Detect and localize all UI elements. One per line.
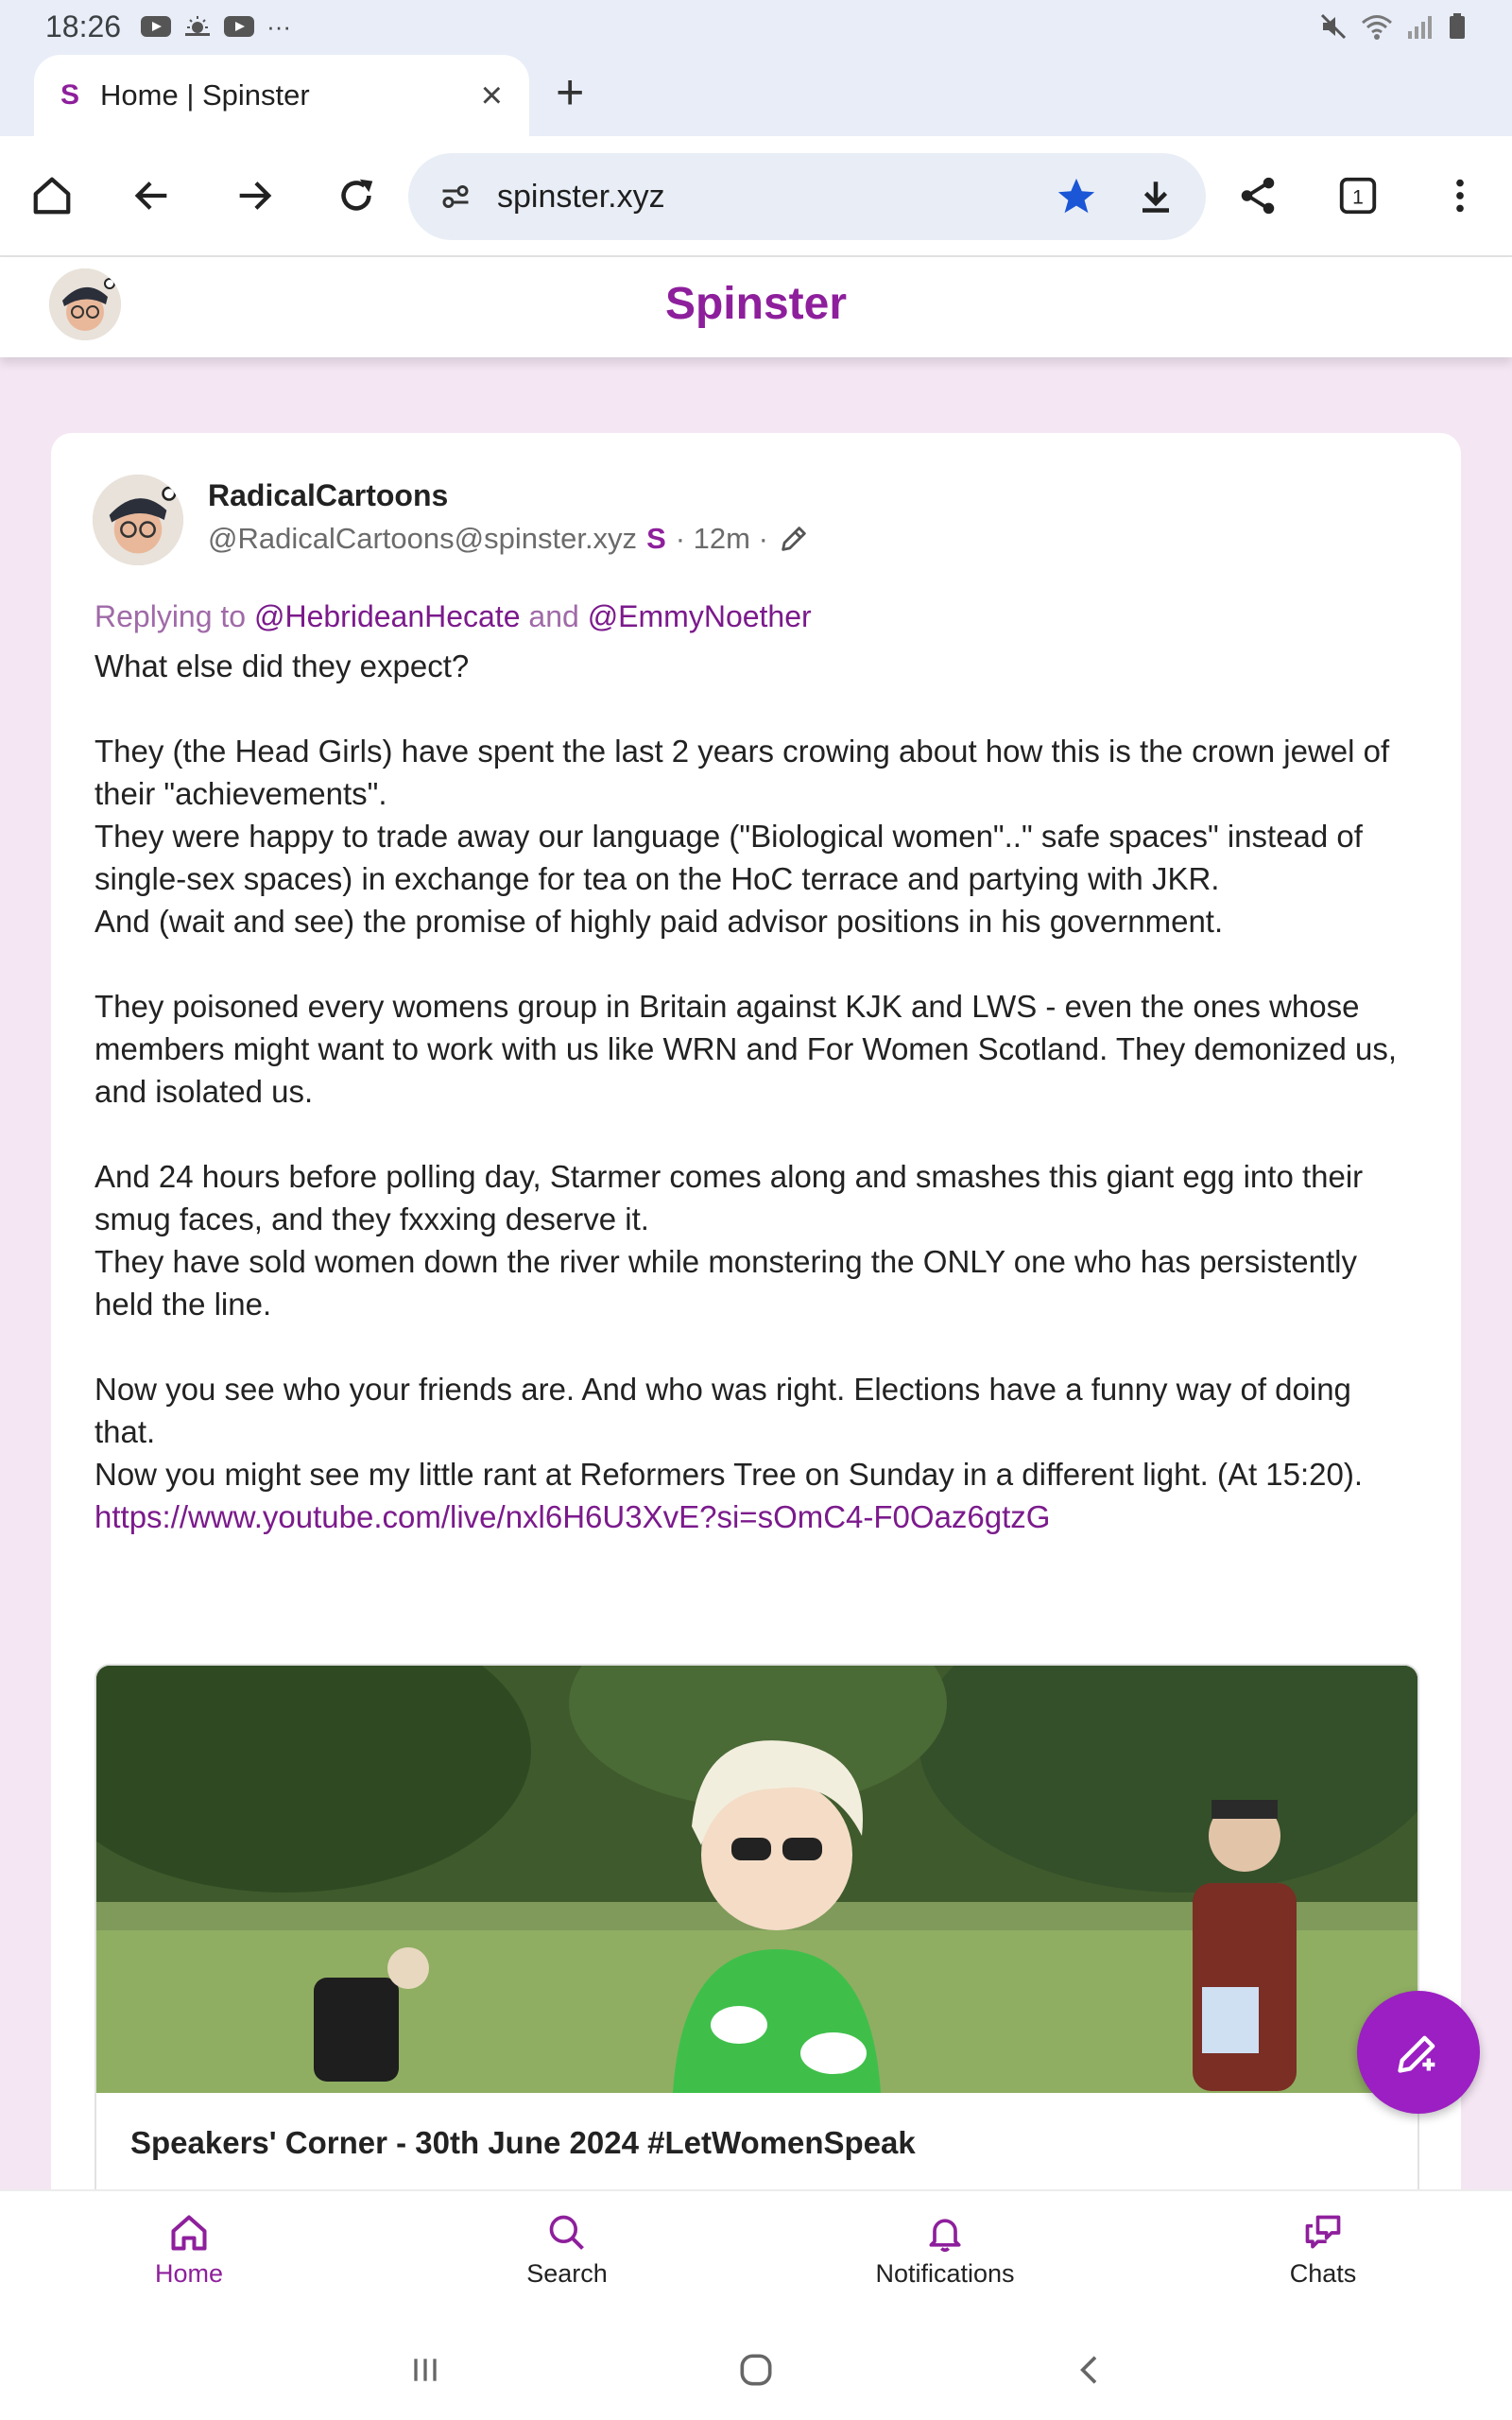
signal-icon	[1408, 16, 1432, 39]
compose-button[interactable]	[1357, 1991, 1480, 2114]
status-time: 18:26	[45, 9, 122, 43]
site-logo[interactable]: Spinster	[0, 278, 1512, 330]
mention-hebrideanhecate[interactable]: @HebrideanHecate	[254, 599, 521, 633]
tab-switcher-icon: 1	[1339, 177, 1377, 215]
compose-pencil-icon	[1398, 2035, 1435, 2073]
status-notification-icons: ···	[140, 12, 291, 42]
more-notifications-icon: ···	[266, 11, 292, 41]
reload-icon	[341, 179, 373, 211]
browser-toolbar: spinster.xyz 1	[0, 136, 1512, 257]
battery-icon	[1450, 13, 1465, 39]
site-settings-icon[interactable]	[438, 180, 472, 214]
share-icon	[1241, 177, 1275, 215]
share-button[interactable]	[1225, 163, 1291, 229]
post-paragraph: Now you might see my little rant at Refo…	[94, 1457, 1364, 1492]
more-vertical-icon	[1456, 179, 1464, 213]
home-icon	[33, 177, 71, 215]
post-card: RadicalCartoons @RadicalCartoons@spinste…	[51, 433, 1461, 2325]
nav-home[interactable]: Home	[76, 2212, 302, 2289]
weather-icon	[185, 16, 211, 36]
browser-tab[interactable]: S Home | Spinster ×	[34, 55, 529, 136]
system-navigation-bar	[0, 2318, 1512, 2420]
post-paragraph: They (the Head Girls) have spent the las…	[94, 734, 1390, 811]
post-paragraph: Now you see who your friends are. And wh…	[94, 1372, 1351, 1449]
bell-icon	[929, 2219, 961, 2253]
tab-switcher-button[interactable]: 1	[1325, 163, 1391, 229]
replying-prefix: Replying to	[94, 599, 247, 633]
close-tab-icon[interactable]: ×	[481, 75, 503, 117]
author-handle[interactable]: @RadicalCartoons@spinster.xyz	[208, 522, 637, 556]
link-preview-title: Speakers' Corner - 30th June 2024 #LetWo…	[130, 2125, 916, 2160]
author-name[interactable]: RadicalCartoons	[208, 478, 448, 513]
new-tab-button[interactable]: +	[556, 64, 584, 121]
post-paragraph: And (wait and see) the promise of highly…	[94, 904, 1224, 939]
browser-menu-button[interactable]	[1427, 163, 1493, 229]
post-time[interactable]: · 12m ·	[676, 522, 768, 556]
instance-badge: S	[646, 522, 666, 555]
status-bar: 18:26 ···	[0, 0, 1512, 53]
post-paragraph: They have sold women down the river whil…	[94, 1244, 1357, 1322]
author-avatar[interactable]	[93, 475, 183, 565]
url-text: spinster.xyz	[497, 178, 665, 215]
wifi-icon	[1362, 15, 1392, 40]
mute-icon	[1320, 13, 1347, 40]
chats-icon	[1305, 2215, 1341, 2249]
post-paragraph: They were happy to trade away our langua…	[94, 819, 1363, 896]
youtube-notification-icon	[141, 16, 172, 37]
home-button[interactable]	[19, 163, 85, 229]
replying-and: and	[528, 599, 579, 633]
author-meta: @RadicalCartoons@spinster.xyz S · 12m ·	[208, 522, 810, 556]
spinster-favicon: S	[60, 79, 80, 111]
recent-apps-button[interactable]	[397, 2346, 454, 2394]
nav-home-label: Home	[154, 2259, 224, 2288]
post-paragraph: They poisoned every womens group in Brit…	[94, 989, 1397, 1109]
download-icon[interactable]	[1136, 177, 1176, 216]
address-bar[interactable]: spinster.xyz	[408, 153, 1206, 240]
bookmark-star-icon[interactable]	[1055, 175, 1098, 218]
link-preview-image	[96, 1666, 1418, 2093]
back-arrow-icon	[134, 182, 167, 210]
nav-chats-label: Chats	[1289, 2259, 1357, 2288]
tab-count: 1	[1352, 187, 1364, 209]
browser-tab-strip: S Home | Spinster × +	[0, 53, 1512, 136]
search-icon	[549, 2215, 584, 2250]
system-home-icon	[740, 2354, 772, 2386]
recent-apps-icon	[414, 2359, 437, 2381]
nav-notifications-label: Notifications	[875, 2259, 1015, 2288]
site-header: Spinster	[0, 257, 1512, 357]
home-icon	[171, 2215, 207, 2251]
edited-pencil-icon	[782, 527, 806, 551]
nav-search-label: Search	[526, 2259, 608, 2288]
bottom-navigation: Home Search Notifications Chats	[0, 2189, 1512, 2318]
tab-title: Home | Spinster	[100, 78, 310, 112]
reload-button[interactable]	[323, 163, 389, 229]
back-button[interactable]	[119, 163, 185, 229]
nav-chats[interactable]: Chats	[1210, 2212, 1436, 2289]
forward-arrow-icon	[239, 182, 272, 210]
post-body: What else did they expect? They (the Hea…	[94, 645, 1418, 1538]
nav-search[interactable]: Search	[454, 2212, 680, 2289]
forward-button[interactable]	[221, 163, 287, 229]
post-paragraph: And 24 hours before polling day, Starmer…	[94, 1159, 1364, 1236]
system-back-icon	[1080, 2356, 1097, 2384]
status-system-icons	[1319, 12, 1467, 41]
replying-to: Replying to @HebrideanHecate and @EmmyNo…	[94, 599, 812, 634]
youtube-notification-icon	[224, 16, 255, 37]
mention-emmynoether[interactable]: @EmmyNoether	[588, 599, 812, 633]
youtube-link[interactable]: https://www.youtube.com/live/nxl6H6U3XvE…	[94, 1495, 1418, 1538]
system-home-button[interactable]	[728, 2346, 784, 2394]
nav-notifications[interactable]: Notifications	[832, 2212, 1058, 2289]
post-paragraph: What else did they expect?	[94, 648, 470, 683]
system-back-button[interactable]	[1062, 2346, 1119, 2394]
